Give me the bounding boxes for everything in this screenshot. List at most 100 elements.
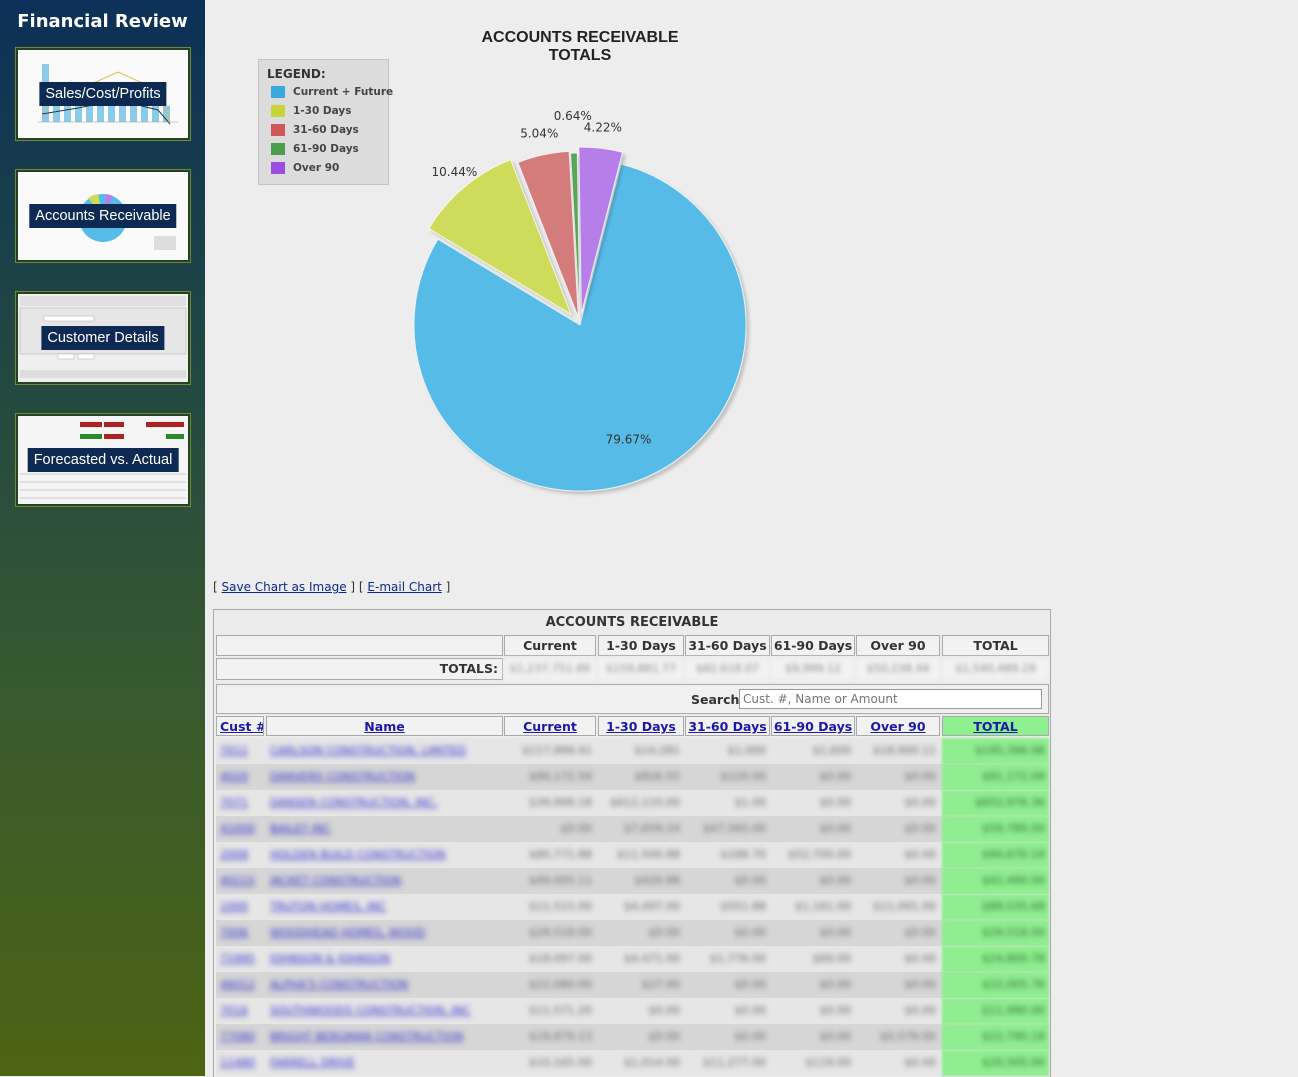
col-header-over-90[interactable]: Over 90: [856, 716, 940, 736]
totals-1-30-value: $159,881.77: [598, 658, 684, 680]
totals-col-current: Current: [504, 635, 596, 656]
col-header-31-60[interactable]: 31-60 Days: [685, 716, 770, 736]
table-row[interactable]: 40215 JACKET CONSTRUCTION $49,005.11 $420.8…: [216, 868, 1049, 894]
cell-current: $117,999.41: [522, 744, 592, 757]
cell-customer-name[interactable]: BRIGHT BERGMAN CONSTRUCTION: [266, 1027, 503, 1047]
table-row[interactable]: 4020 DANVERS CONSTRUCTION $90,172.59 $826.5…: [216, 764, 1049, 790]
totals-over-90-value: $50,238.44: [856, 658, 940, 680]
cell-customer-name[interactable]: FARRELL DRIVE: [266, 1053, 503, 1073]
col-header-total[interactable]: TOTAL: [942, 716, 1049, 736]
chart-title-line-1: ACCOUNTS RECEIVABLE: [481, 29, 679, 46]
save-chart-image-link[interactable]: Save Chart as Image: [222, 580, 347, 594]
sort-61-90-link[interactable]: 61-90 Days: [774, 719, 852, 734]
sort-current-link[interactable]: Current: [523, 719, 577, 734]
table-row[interactable]: 7071 DANSEN CONSTRUCTION, INC. $39,999.18 $…: [216, 790, 1049, 816]
sort-over-90-link[interactable]: Over 90: [870, 719, 925, 734]
cell-1-30: $420.88: [634, 874, 681, 887]
totals-col-over-90: Over 90: [856, 635, 940, 656]
table-row[interactable]: 7011 CARLSON CONSTRUCTION, LIMITED $117,99…: [216, 738, 1049, 764]
cell-customer-name[interactable]: CARLSON CONSTRUCTION, LIMITED: [266, 741, 503, 761]
table-row[interactable]: 71995 JOHNSON & JOHNSON $18,097.00 $4,471.0…: [216, 946, 1049, 972]
cell-cust-num[interactable]: 7071: [216, 793, 264, 813]
sort-total-link[interactable]: TOTAL: [973, 719, 1017, 734]
sales-cost-profits-link[interactable]: Sales/Cost/Profits: [39, 82, 167, 106]
cell-cust-num[interactable]: 4020: [216, 767, 264, 787]
cell-cust-num[interactable]: 40215: [216, 871, 264, 891]
col-header-name[interactable]: Name: [266, 716, 503, 736]
totals-label: TOTALS:: [216, 658, 503, 680]
accounts-receivable-link[interactable]: Accounts Receivable: [29, 204, 177, 228]
table-row[interactable]: 7016 SOUTHWOODS CONSTRUCTION, INC $11,571.…: [216, 998, 1049, 1024]
table-row[interactable]: 77080 BRIGHT BERGMAN CONSTRUCTION $19,879.…: [216, 1024, 1049, 1050]
cell-current: $80,771.88: [529, 848, 592, 861]
cell-cust-num[interactable]: 77080: [216, 1027, 264, 1047]
sort-31-60-link[interactable]: 31-60 Days: [688, 719, 766, 734]
cell-cust-num[interactable]: 46012: [216, 975, 264, 995]
cell-customer-name[interactable]: DANSEN CONSTRUCTION, INC.: [266, 793, 503, 813]
cell-over-90: $0.00: [904, 796, 937, 809]
cell-customer-name[interactable]: BAILEY INC: [266, 819, 503, 839]
table-row[interactable]: 46012 ALPHA'S CONSTRUCTION $22,080.00 $27.0…: [216, 972, 1049, 998]
accounts-receivable-thumbnail[interactable]: Accounts Receivable: [16, 170, 190, 262]
cell-customer-name[interactable]: WOODHEAD HOMES, WOOD: [266, 923, 503, 943]
chart-title-line-2: TOTALS: [548, 47, 612, 64]
cell-cust-num[interactable]: 11480: [216, 1053, 264, 1073]
cell-61-90: $0.00: [819, 1030, 852, 1043]
search-input[interactable]: [739, 689, 1042, 709]
cell-61-90: $119.00: [805, 1056, 852, 1069]
col-header-61-90[interactable]: 61-90 Days: [771, 716, 855, 736]
table-row[interactable]: 7006 WOODHEAD HOMES, WOOD $29,518.00 $0.00 $…: [216, 920, 1049, 946]
cell-cust-num[interactable]: 71995: [216, 949, 264, 969]
cell-61-90: $0.00: [819, 1004, 852, 1017]
cell-1-30: $0.00: [648, 1030, 681, 1043]
email-chart-link[interactable]: E-mail Chart: [367, 580, 441, 594]
legend-swatch-31-60: [271, 124, 285, 136]
customer-details-link[interactable]: Customer Details: [41, 326, 165, 350]
cell-cust-num[interactable]: 2008: [216, 845, 264, 865]
cell-1-30: $7,659.24: [624, 822, 680, 835]
totals-current-value: $1,237,751.89: [504, 658, 596, 680]
cell-1-30: $14,281: [634, 744, 681, 757]
cell-over-90: $0.00: [904, 1004, 937, 1017]
forecasted-vs-actual-thumbnail[interactable]: Forecasted vs. Actual: [16, 414, 190, 506]
col-header-cust-num[interactable]: Cust #: [216, 716, 264, 736]
sort-1-30-link[interactable]: 1-30 Days: [606, 719, 676, 734]
cell-current: $19,879.13: [529, 1030, 592, 1043]
customer-details-thumbnail[interactable]: Customer Details: [16, 292, 190, 384]
col-header-current[interactable]: Current: [504, 716, 596, 736]
cell-cust-num[interactable]: 7016: [216, 1001, 264, 1021]
cell-31-60: $11,277.00: [703, 1056, 766, 1069]
table-row[interactable]: 11480 FARRELL DRIVE $10,165.00 $1,014.00 $11…: [216, 1050, 1049, 1076]
cell-customer-name[interactable]: JACKET CONSTRUCTION: [266, 871, 503, 891]
bracket-close: ]: [445, 580, 451, 594]
cell-customer-name[interactable]: ALPHA'S CONSTRUCTION: [266, 975, 503, 995]
bracket-open: [: [213, 580, 218, 594]
cell-over-90: $0.00: [904, 952, 937, 965]
cell-cust-num[interactable]: 7011: [216, 741, 264, 761]
cell-31-60: $1,776.00: [710, 952, 766, 965]
cell-cust-num[interactable]: 7006: [216, 923, 264, 943]
table-row[interactable]: 2008 HOLDEN BUILD CONSTRUCTION $80,771.88 $…: [216, 842, 1049, 868]
legend-label-current: Current + Future: [293, 86, 394, 98]
table-row[interactable]: 41000 BAILEY INC $0.00 $7,659.24 $47,565.00 $…: [216, 816, 1049, 842]
cell-cust-num[interactable]: 41000: [216, 819, 264, 839]
col-header-1-30[interactable]: 1-30 Days: [598, 716, 684, 736]
table-row[interactable]: 1000 TRUTON HOMES, INC $11,515.00 $4,497.00…: [216, 894, 1049, 920]
cell-31-60: $188.70: [720, 848, 767, 861]
cell-cust-num[interactable]: 1000: [216, 897, 264, 917]
cell-customer-name[interactable]: TRUTON HOMES, INC: [266, 897, 503, 917]
pie-label-1-30: 10.44%: [432, 165, 478, 179]
cell-61-90: $0.00: [819, 926, 852, 939]
forecasted-vs-actual-link[interactable]: Forecasted vs. Actual: [27, 448, 179, 472]
cell-61-90: $0.00: [819, 874, 852, 887]
legend-swatch-61-90: [271, 143, 285, 155]
sales-cost-profits-thumbnail[interactable]: Sales/Cost/Profits: [16, 48, 190, 140]
sort-cust-num-link[interactable]: Cust #: [220, 719, 263, 734]
search-label: Search:: [691, 692, 745, 707]
cell-customer-name[interactable]: SOUTHWOODS CONSTRUCTION, INC: [266, 1001, 503, 1021]
cell-customer-name[interactable]: JOHNSON & JOHNSON: [266, 949, 503, 969]
sort-name-link[interactable]: Name: [364, 719, 404, 734]
cell-total: $29,518.00: [982, 926, 1045, 939]
cell-customer-name[interactable]: DANVERS CONSTRUCTION: [266, 767, 503, 787]
cell-customer-name[interactable]: HOLDEN BUILD CONSTRUCTION: [266, 845, 503, 865]
